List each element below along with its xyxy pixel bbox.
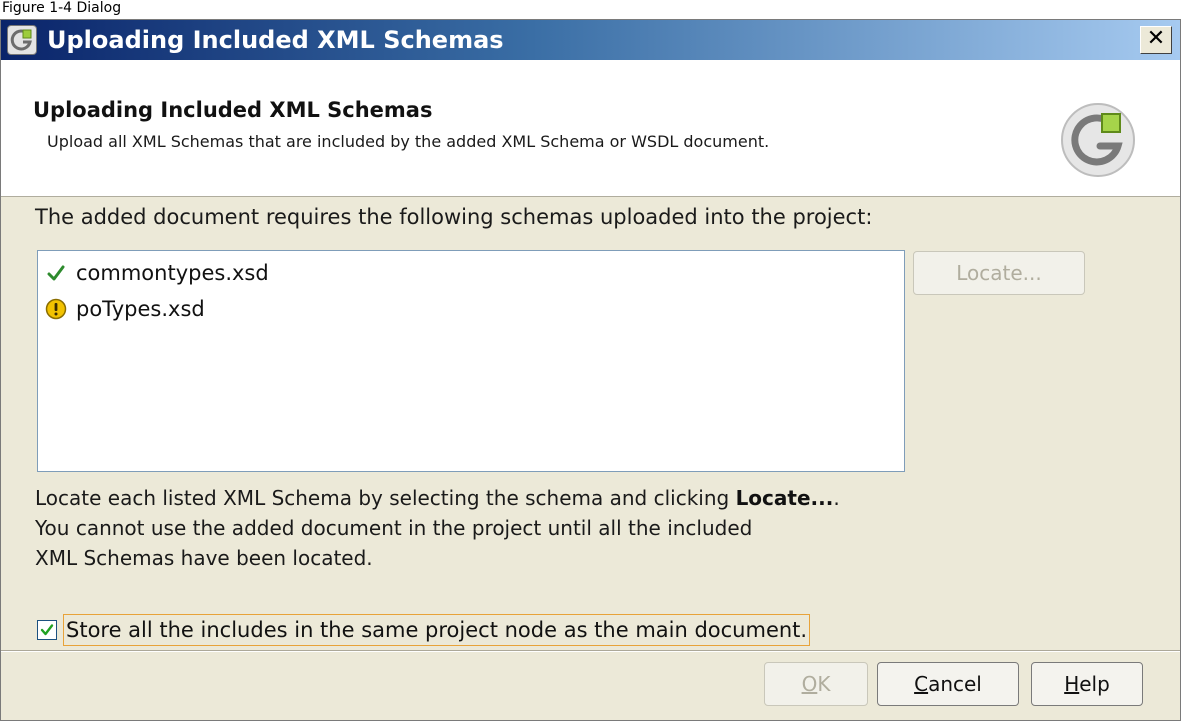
checkmark-icon [44, 261, 68, 285]
header-banner: Uploading Included XML Schemas Upload al… [1, 60, 1180, 197]
instructions-text: Locate each listed XML Schema by selecti… [35, 483, 1035, 573]
app-logo-icon [7, 25, 37, 55]
ok-button[interactable]: OK [764, 662, 868, 706]
footer-divider [1, 650, 1180, 652]
banner-subtitle: Upload all XML Schemas that are included… [47, 132, 770, 151]
list-item-commontypes[interactable]: commontypes.xsd [44, 257, 269, 289]
locate-emphasis: Locate... [735, 486, 834, 510]
schema-name: poTypes.xsd [76, 297, 205, 321]
figure-caption: Figure 1-4 Dialog [2, 0, 122, 16]
help-button[interactable]: Help [1031, 662, 1143, 706]
schemas-prompt: The added document requires the followin… [35, 205, 873, 229]
checkmark-icon [40, 624, 54, 636]
instructions-line-1: Locate each listed XML Schema by selecti… [35, 486, 840, 510]
cancel-button[interactable]: Cancel [877, 662, 1019, 706]
instructions-line-3: XML Schemas have been located. [35, 546, 373, 570]
instructions-line-2: You cannot use the added document in the… [35, 516, 753, 540]
schema-list[interactable]: commontypes.xsd poTypes.xsd [37, 250, 905, 472]
banner-title: Uploading Included XML Schemas [33, 98, 433, 122]
store-includes-option[interactable]: Store all the includes in the same proje… [37, 613, 811, 647]
store-includes-checkbox[interactable] [37, 620, 57, 640]
list-item-potypes[interactable]: poTypes.xsd [44, 293, 205, 325]
close-icon: ✕ [1146, 26, 1166, 51]
close-button[interactable]: ✕ [1140, 26, 1172, 54]
window-title: Uploading Included XML Schemas [47, 26, 504, 54]
product-logo-icon [1058, 100, 1138, 180]
title-bar: Uploading Included XML Schemas ✕ [1, 20, 1180, 60]
warning-icon [44, 297, 68, 321]
schema-name: commontypes.xsd [76, 261, 269, 285]
locate-button[interactable]: Locate... [913, 251, 1085, 295]
upload-schemas-dialog: Uploading Included XML Schemas ✕ Uploadi… [0, 19, 1181, 721]
store-includes-label[interactable]: Store all the includes in the same proje… [63, 614, 811, 646]
